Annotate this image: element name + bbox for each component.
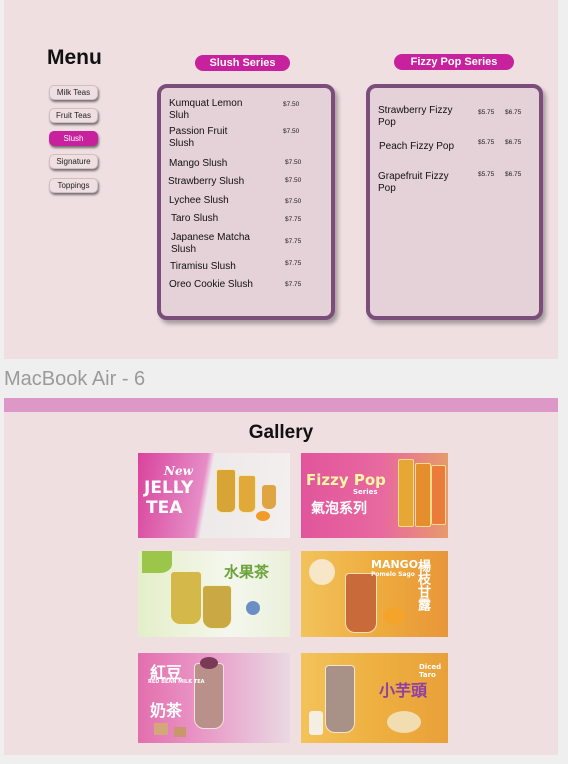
tile-text: 奶茶 xyxy=(150,701,183,720)
slush-card: Kumquat Lemon Sluh $7.50 Passion Fruit S… xyxy=(157,84,335,320)
slush-item-price: $7.75 xyxy=(285,281,302,288)
tile-text: TEA xyxy=(146,498,183,518)
mango-shape xyxy=(383,607,405,625)
fizzy-item-name: Peach Fizzy Pop xyxy=(379,141,455,152)
mascot-shape xyxy=(309,559,335,585)
tile-text: New xyxy=(164,464,193,478)
tile-text: 水果茶 xyxy=(224,563,270,581)
tile-text: Pomelo Sago xyxy=(371,571,415,578)
fizzy-item-price-large: $6.75 xyxy=(505,139,522,146)
milk-bottle-shape xyxy=(309,711,323,735)
slush-item-name: Kumquat Lemon Sluh xyxy=(169,98,243,121)
drink-cup-shape xyxy=(194,663,224,729)
slush-item-name: Mango Slush xyxy=(169,158,228,169)
slush-item-price: $7.75 xyxy=(285,238,302,245)
nav-toppings-button[interactable]: Toppings xyxy=(49,178,98,193)
slush-item-price: $7.50 xyxy=(285,198,302,205)
slush-item-name: Passion Fruit Slush xyxy=(169,126,228,149)
red-bean-shape xyxy=(200,657,218,669)
nav-milk-teas-button[interactable]: Milk Teas xyxy=(49,85,98,100)
top-bar xyxy=(4,398,558,412)
drink-cup-shape xyxy=(170,571,202,625)
nav-slush-button[interactable]: Slush xyxy=(49,131,98,146)
slush-item-name: Japanese Matcha Slush xyxy=(171,232,250,255)
nav-fruit-teas-button[interactable]: Fruit Teas xyxy=(49,108,98,123)
tile-text: 楊枝甘露 xyxy=(415,559,430,611)
slush-item-price: $7.75 xyxy=(285,216,302,223)
fizzy-item-price-medium: $5.75 xyxy=(478,109,495,116)
drink-cup-shape xyxy=(262,485,276,509)
slush-series-heading: Slush Series xyxy=(195,55,290,71)
fizzy-item-price-medium: $5.75 xyxy=(478,139,495,146)
fizzy-pop-series-heading: Fizzy Pop Series xyxy=(394,54,514,70)
drink-cup-shape xyxy=(398,459,414,527)
slush-item-name: Lychee Slush xyxy=(169,195,229,206)
tile-text: Fizzy Pop xyxy=(306,471,386,489)
slush-item-price: $7.50 xyxy=(283,128,300,135)
bowl-shape xyxy=(387,711,421,733)
drink-cup-shape xyxy=(325,665,355,733)
slush-item-price: $7.50 xyxy=(285,177,302,184)
drink-cup-shape xyxy=(202,585,232,629)
fizzy-item-price-medium: $5.75 xyxy=(478,171,495,178)
fizzy-item-price-large: $6.75 xyxy=(505,171,522,178)
menu-frame: Menu Milk Teas Fruit Teas Slush Signatur… xyxy=(4,0,558,359)
slush-item-price: $7.75 xyxy=(285,260,302,267)
block-shape xyxy=(174,727,186,737)
slush-item-name: Taro Slush xyxy=(171,213,219,224)
slush-item-name: Oreo Cookie Slush xyxy=(169,279,253,290)
tile-text: 氣泡系列 xyxy=(311,501,367,517)
gallery-title: Gallery xyxy=(248,422,314,443)
gallery-image-diced-taro[interactable]: Diced Taro 小芋頭 xyxy=(301,653,448,743)
slush-item-price: $7.50 xyxy=(283,101,300,108)
gallery-image-fizzy-pop[interactable]: Fizzy Pop Series 氣泡系列 xyxy=(301,453,448,538)
tile-text: JELLY xyxy=(144,478,194,498)
gallery-image-jelly-tea[interactable]: New JELLY TEA xyxy=(138,453,290,538)
tile-text: RED BEAN MILK TEA xyxy=(148,679,205,685)
block-shape xyxy=(154,723,168,735)
tile-text: MANGO xyxy=(371,558,419,571)
drink-cup-shape xyxy=(431,465,446,525)
gallery-frame: Gallery New JELLY TEA Fizzy Pop Series 氣… xyxy=(4,398,558,755)
fizzy-item-name: Strawberry Fizzy Pop xyxy=(378,105,453,128)
drink-cup-shape xyxy=(415,463,431,527)
tile-text: Series xyxy=(353,488,378,496)
mango-shape xyxy=(256,511,270,521)
slush-item-price: $7.50 xyxy=(285,159,302,166)
drink-cup-shape xyxy=(216,469,236,513)
nav-signature-button[interactable]: Signature xyxy=(49,154,98,169)
slush-item-name: Tiramisu Slush xyxy=(170,261,236,272)
gallery-image-mango-pomelo-sago[interactable]: MANGO Pomelo Sago 楊枝甘露 xyxy=(301,551,448,637)
fizzy-item-name: Grapefruit Fizzy Pop xyxy=(378,171,449,194)
fruit-shape xyxy=(246,601,260,615)
gallery-image-fruit-tea[interactable]: 水果茶 xyxy=(138,551,290,637)
tile-text: 小芋頭 xyxy=(379,681,428,700)
frame-label: MacBook Air - 6 xyxy=(4,368,146,390)
slush-item-name: Strawberry Slush xyxy=(168,176,245,187)
menu-title: Menu xyxy=(47,46,102,69)
fizzy-pop-card: Strawberry Fizzy Pop $5.75 $6.75 Peach F… xyxy=(366,84,543,320)
fizzy-item-price-large: $6.75 xyxy=(505,109,522,116)
gallery-image-red-bean-milk-tea[interactable]: 紅豆 RED BEAN MILK TEA 奶茶 xyxy=(138,653,290,743)
leaf-shape xyxy=(142,551,172,573)
drink-cup-shape xyxy=(238,475,256,513)
drink-cup-shape xyxy=(345,573,377,633)
